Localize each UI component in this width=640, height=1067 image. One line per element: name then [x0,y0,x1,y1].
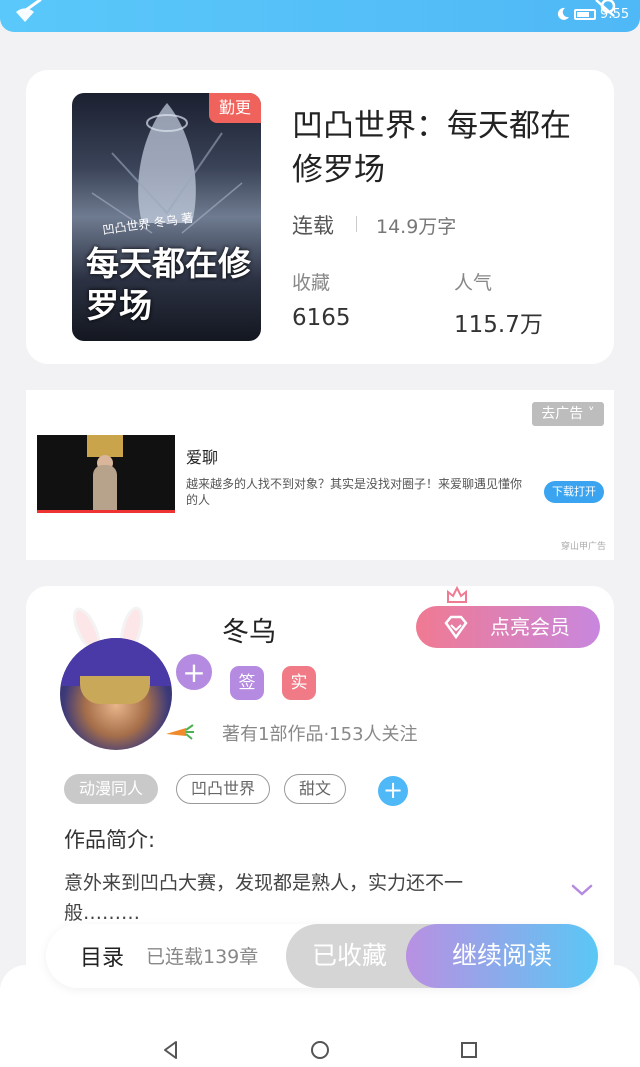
verified-badge: 实 [282,666,316,700]
genre-tag[interactable]: 凹凸世界 [176,774,271,804]
popularity-value: 115.7万 [454,312,543,338]
diamond-icon [444,615,468,639]
system-nav-bar [0,1035,640,1067]
ad-progress-bar [37,510,175,513]
popularity-label: 人气 [454,272,493,294]
serial-status: 连载 [292,214,334,238]
word-count: 14.9万字 [376,216,457,238]
ad-thumbnail[interactable] [37,435,175,513]
book-title: 凹凸世界：每天都在修罗场 [292,108,571,188]
ad-banner[interactable]: 去广告 ˅ 爱聊 越来越多的人找不到对象？其实是没找对圈子！来爱聊遇见懂你的人 … [26,390,614,560]
catalog-button[interactable]: 目录 [80,940,124,972]
chevron-down-icon[interactable] [570,882,594,898]
author-stats: 著有1部作品·153人关注 [222,724,418,745]
genre-tag[interactable]: 甜文 [284,774,347,804]
action-bar: 目录 已连载139章 已收藏 继续阅读 [46,924,598,988]
continue-reading-button[interactable]: 继续阅读 [406,924,598,988]
floating-tool-icon[interactable] [582,0,622,22]
cover-title: 每天都在修罗场 [86,244,251,325]
ad-app-name: 爱聊 [186,448,219,467]
add-tag-button[interactable]: + [378,776,408,806]
remove-ad-button[interactable]: 去广告 ˅ [532,402,604,426]
ad-source: 穿山甲广告 [560,542,606,552]
divider [356,216,357,232]
vip-button[interactable]: 点亮会员 [416,586,600,648]
avatar-hair [80,676,150,704]
status-bar: 9:55 [0,0,640,32]
avatar[interactable] [60,638,172,750]
author-name[interactable]: 冬乌 [222,610,276,649]
signed-badge: 签 [230,666,264,700]
update-badge: 勤更 [209,93,261,123]
ad-description: 越来越多的人找不到对象？其实是没找对圈子！来爱聊遇见懂你的人 [186,477,523,507]
wifi-icon [16,8,34,22]
home-nav-icon[interactable] [309,1039,331,1061]
back-nav-icon[interactable] [160,1039,182,1061]
favorites-value: 6165 [292,305,351,331]
ad-download-button[interactable]: 下载打开 [544,481,604,503]
book-cover[interactable]: 勤更 凹凸世界 冬乌 著 每天都在修罗场 [72,93,261,341]
moon-icon [557,7,569,20]
vip-label: 点亮会员 [490,615,570,639]
follow-plus-button[interactable]: + [174,652,214,692]
intro-text: 意外来到凹凸大赛，发现都是熟人，实力还不一般……… [64,872,464,924]
favorites-label: 收藏 [292,272,331,294]
author-avatar-group[interactable]: + [58,603,214,756]
book-info-card: 勤更 凹凸世界 冬乌 著 每天都在修罗场 凹凸世界：每天都在修罗场 连载 14.… [26,70,614,364]
chapter-count: 已连载139章 [146,946,259,968]
ad-thumb-person [93,465,117,513]
ad-thumb-sign [87,435,123,457]
genre-tag[interactable]: 动漫同人 [64,774,159,804]
crown-icon [447,586,467,603]
intro-heading: 作品简介: [64,828,156,852]
carrot-icon [166,724,194,740]
recents-nav-icon[interactable] [458,1039,480,1061]
